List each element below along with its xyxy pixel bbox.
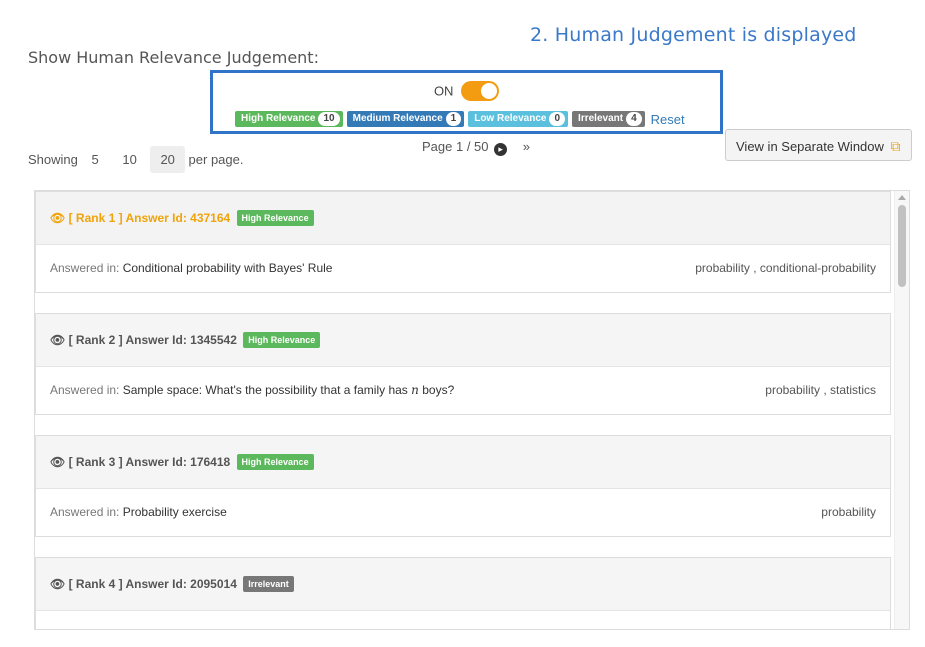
badge-count: 10 <box>318 112 340 126</box>
filter-medium-relevance-button[interactable]: Medium Relevance 1 <box>346 111 465 127</box>
separate-window-label: View in Separate Window <box>736 139 884 154</box>
filter-irrelevant-button[interactable]: Irrelevant 4 <box>572 111 645 127</box>
eye-icon: 👁 <box>50 577 66 591</box>
badge-count: 1 <box>445 112 462 126</box>
question-tags: probability , statistics <box>765 383 876 397</box>
relevance-judgement-panel: ON High Relevance 10 Medium Relevance 1 Low … <box>210 70 723 134</box>
answer-body: Answered in: Conditional probability wit… <box>36 245 890 292</box>
page-size-selector: Showing 5 10 20 per page. <box>28 146 243 173</box>
answer-card: 👁 [ Rank 1 ] Answer Id: 437164 High Rele… <box>35 191 891 293</box>
badge-count: 0 <box>549 112 566 126</box>
reset-link[interactable]: Reset <box>651 112 685 127</box>
filter-high-relevance-button[interactable]: High Relevance 10 <box>235 111 343 127</box>
scroll-up-arrow-icon[interactable] <box>898 195 906 200</box>
filter-low-relevance-button[interactable]: Low Relevance 0 <box>468 111 569 127</box>
answer-header[interactable]: 👁 [ Rank 3 ] Answer Id: 176418 High Rele… <box>36 436 890 489</box>
list-scrollbar[interactable] <box>894 191 909 629</box>
question-title[interactable]: Conditional probability with Bayes' Rule <box>123 261 333 275</box>
answer-id: Answer Id: 2095014 <box>125 577 237 591</box>
badge-label: Irrelevant <box>578 113 624 124</box>
question-title[interactable]: Sample space: What's the possibility tha… <box>123 383 455 397</box>
showing-label: Showing <box>28 152 78 167</box>
badge-label: Medium Relevance <box>352 113 443 124</box>
answer-rank: [ Rank 1 ] <box>68 211 123 225</box>
page-info: Page 1 / 50 <box>422 139 489 154</box>
relevance-toggle-switch[interactable] <box>461 81 500 101</box>
badge-count: 4 <box>626 112 642 126</box>
answer-rank: [ Rank 3 ] <box>68 455 123 469</box>
eye-icon: 👁 <box>50 333 66 347</box>
question-title-prefix: Sample space: What's the possibility tha… <box>122 383 408 397</box>
relevance-badges: High Relevance 10 Medium Relevance 1 Low Rel… <box>235 111 685 127</box>
relevance-badge: Irrelevant <box>243 576 294 592</box>
answer-card: 👁 [ Rank 3 ] Answer Id: 176418 High Rele… <box>35 435 891 537</box>
answer-id: Answer Id: 437164 <box>125 211 231 225</box>
chevron-circle-right-icon[interactable]: ▸ <box>494 143 508 156</box>
toggle-row: ON <box>213 81 720 101</box>
external-window-icon: ⧉ <box>890 138 901 154</box>
question-math: n <box>411 383 419 397</box>
question-tags: probability , conditional-probability <box>695 261 876 275</box>
toggle-knob <box>481 83 498 99</box>
answer-card: 👁 [ Rank 2 ] Answer Id: 1345542 High Rel… <box>35 313 891 415</box>
answer-header[interactable]: 👁 [ Rank 1 ] Answer Id: 437164 High Rele… <box>36 192 890 245</box>
page-size-option-20[interactable]: 20 <box>150 146 185 173</box>
relevance-badge: High Relevance <box>236 210 314 226</box>
toggle-label: ON <box>433 83 454 99</box>
answer-rank: [ Rank 2 ] <box>68 333 123 347</box>
relevance-filter-label: Show Human Relevance Judgement: <box>28 48 319 67</box>
answered-in-label: Answered in: <box>50 383 120 397</box>
question-title-suffix: boys? <box>422 383 455 397</box>
scroll-thumb[interactable] <box>898 205 906 287</box>
answer-body: Answered in: Sample space: What's the po… <box>36 367 890 414</box>
answer-body: Answered in: Probability exercise probab… <box>36 489 890 536</box>
answer-header[interactable]: 👁 [ Rank 4 ] Answer Id: 2095014 Irreleva… <box>36 558 890 611</box>
question-tags: probability <box>821 505 876 519</box>
page-size-option-10[interactable]: 10 <box>112 146 146 173</box>
page-size-option-5[interactable]: 5 <box>82 146 109 173</box>
annotation-caption: 2. Human Judgement is displayed <box>530 24 857 46</box>
answer-body <box>36 611 890 629</box>
view-separate-window-button[interactable]: View in Separate Window ⧉ <box>725 129 912 161</box>
answer-header[interactable]: 👁 [ Rank 2 ] Answer Id: 1345542 High Rel… <box>36 314 890 367</box>
badge-label: Low Relevance <box>474 113 547 124</box>
relevance-badge: High Relevance <box>236 454 314 470</box>
answer-rank: [ Rank 4 ] <box>68 577 123 591</box>
page-navigation: Page 1 / 50 ▸ » <box>422 139 530 156</box>
answered-in-label: Answered in: <box>50 261 120 275</box>
double-chevron-right-icon[interactable]: » <box>523 139 530 154</box>
eye-icon: 👁 <box>50 211 66 225</box>
eye-icon: 👁 <box>50 455 66 469</box>
question-title[interactable]: Probability exercise <box>123 505 227 519</box>
answer-id: Answer Id: 1345542 <box>125 333 237 347</box>
badge-label: High Relevance <box>241 113 316 124</box>
answer-id: Answer Id: 176418 <box>125 455 231 469</box>
answer-list[interactable]: 👁 [ Rank 1 ] Answer Id: 437164 High Rele… <box>34 190 910 630</box>
answer-card: 👁 [ Rank 4 ] Answer Id: 2095014 Irreleva… <box>35 557 891 629</box>
relevance-badge: High Relevance <box>243 332 321 348</box>
per-page-label: per page. <box>188 152 244 167</box>
answered-in-label: Answered in: <box>50 505 120 519</box>
